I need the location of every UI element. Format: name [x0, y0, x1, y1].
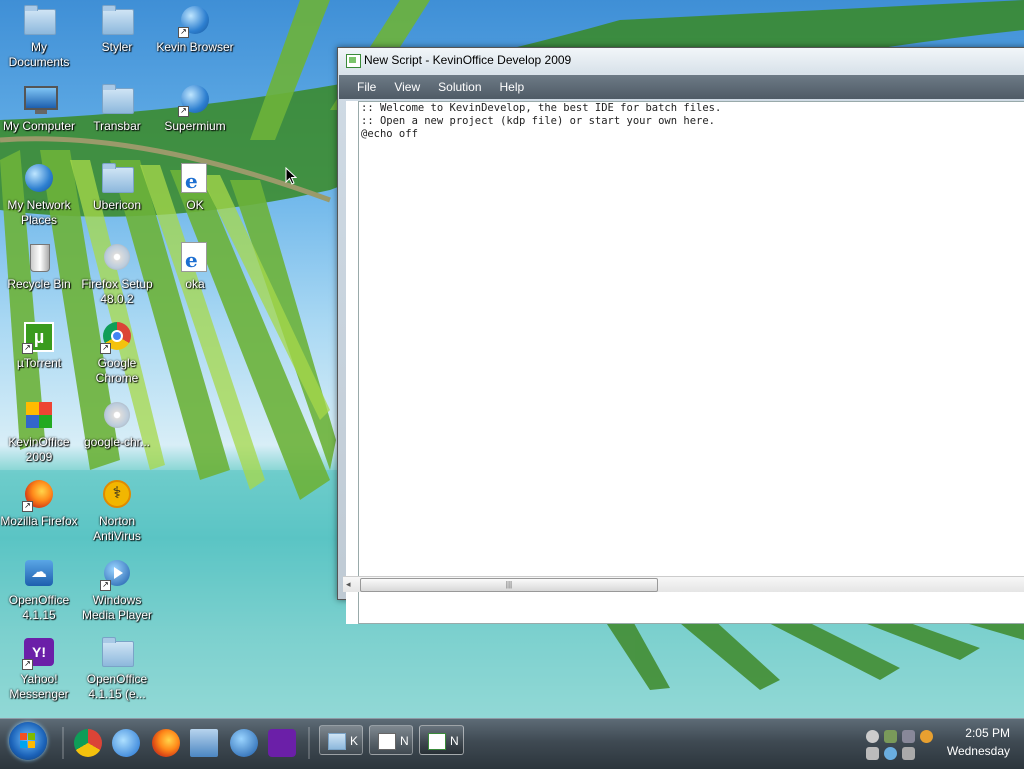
menu-solution[interactable]: Solution — [429, 75, 490, 99]
taskbar-separator — [62, 727, 64, 759]
desktop-icon-firefox-setup[interactable]: Firefox Setup 48.0.2 — [78, 241, 156, 307]
desktop-icon-google-chr-installer[interactable]: google-chr... — [78, 399, 156, 450]
office-icon — [26, 402, 52, 428]
tray-volume-icon[interactable] — [902, 747, 915, 760]
desktop-icon-windows-media-player[interactable]: ↗ Windows Media Player — [78, 557, 156, 623]
folder-icon — [102, 163, 134, 193]
installer-disc-icon — [104, 402, 130, 428]
quicklaunch-chrome[interactable] — [74, 729, 102, 757]
mouse-cursor-icon — [285, 167, 297, 185]
clock-day: Wednesday — [946, 744, 1010, 758]
horizontal-scrollbar[interactable]: ◂ ||| — [343, 576, 1024, 592]
script-editor[interactable]: :: Welcome to KevinDevelop, the best IDE… — [358, 101, 1024, 624]
kevindevelop-window[interactable]: New Script - KevinOffice Develop 2009 Fi… — [337, 47, 1024, 624]
recycle-bin-icon — [30, 244, 50, 272]
desktop-icon-ok[interactable]: e OK — [156, 162, 234, 213]
menu-view[interactable]: View — [385, 75, 429, 99]
desktop-icon-kevin-browser[interactable]: ↗ Kevin Browser — [156, 4, 234, 55]
desktop-icon-my-computer[interactable]: My Computer — [0, 83, 78, 134]
media-player-icon — [230, 729, 258, 757]
desktop-icon-google-chrome[interactable]: ↗ Google Chrome — [78, 320, 156, 386]
yahoo-messenger-icon — [268, 729, 296, 757]
tray-network-icon[interactable] — [902, 730, 915, 743]
desktop-icon-ubericon[interactable]: Ubericon — [78, 162, 156, 213]
folder-icon — [102, 5, 134, 35]
computer-icon — [24, 86, 58, 114]
taskbar: K N N 2:05 PM Wednesday — [0, 718, 1024, 769]
desktop-icon-transbar[interactable]: Transbar — [78, 83, 156, 134]
quicklaunch-firefox[interactable] — [152, 729, 180, 757]
quicklaunch-media-player[interactable] — [230, 729, 258, 757]
windows-flag-icon — [20, 733, 36, 749]
quicklaunch-show-desktop[interactable] — [190, 729, 218, 757]
desktop-icon-styler[interactable]: Styler — [78, 4, 156, 55]
desktop-icon-yahoo-messenger[interactable]: Y! ↗ Yahoo! Messenger — [0, 636, 78, 702]
desktop-icon-my-documents[interactable]: My Documents — [0, 4, 78, 70]
folder-icon — [102, 637, 134, 667]
desktop-icon-openoffice[interactable]: ☁ OpenOffice 4.1.15 — [0, 557, 78, 623]
desktop-icon-mozilla-firefox[interactable]: ↗ Mozilla Firefox — [0, 478, 78, 529]
clock-time: 2:05 PM — [965, 726, 1010, 740]
editor-line: @echo off — [361, 128, 418, 140]
editor-line: :: Welcome to KevinDevelop, the best IDE… — [361, 102, 722, 114]
menu-help[interactable]: Help — [491, 75, 534, 99]
chrome-icon — [74, 729, 102, 757]
scroll-left-arrow-icon[interactable]: ◂ — [346, 579, 351, 590]
quicklaunch-yahoo-messenger[interactable] — [268, 729, 296, 757]
folder-icon — [102, 84, 134, 114]
network-globe-icon — [25, 164, 53, 192]
openoffice-icon: ☁ — [25, 560, 53, 586]
desktop-icon-supermium[interactable]: ↗ Supermium — [156, 83, 234, 134]
app-icon — [428, 733, 446, 750]
installer-icon — [104, 244, 130, 270]
tray-status-icon[interactable] — [866, 730, 879, 743]
firefox-icon — [152, 729, 180, 757]
taskbar-separator — [308, 727, 310, 759]
ie-document-icon: e — [181, 163, 207, 193]
desktop-icon-kevinoffice[interactable]: KevinOffice 2009 — [0, 399, 78, 465]
menu-bar: File View Solution Help — [339, 75, 1024, 99]
folder-icon — [328, 733, 346, 750]
ie-document-icon: e — [181, 242, 207, 272]
show-desktop-icon — [190, 729, 218, 757]
desktop-icon-utorrent[interactable]: µ ↗ µTorrent — [0, 320, 78, 371]
taskbar-button-explorer[interactable]: K — [319, 725, 363, 755]
editor-gutter — [346, 101, 358, 624]
app-icon — [346, 54, 361, 68]
start-button[interactable] — [9, 722, 47, 760]
tray-update-icon[interactable] — [884, 747, 897, 760]
menu-file[interactable]: File — [348, 75, 385, 99]
taskbar-clock[interactable]: 2:05 PM Wednesday — [930, 724, 1010, 760]
tray-app-icon[interactable] — [884, 730, 897, 743]
system-tray — [866, 727, 938, 763]
desktop-icon-norton-antivirus[interactable]: ⚕ Norton AntiVirus — [78, 478, 156, 544]
norton-icon: ⚕ — [103, 480, 131, 508]
ie-icon — [112, 729, 140, 757]
desktop-icon-openoffice-folder[interactable]: OpenOffice 4.1.15 (e... — [78, 636, 156, 702]
folder-icon — [24, 5, 56, 35]
notepad-icon — [378, 733, 396, 750]
desktop-icon-my-network-places[interactable]: My Network Places — [0, 162, 78, 228]
window-title: New Script - KevinOffice Develop 2009 — [364, 53, 572, 67]
desktop-icon-oka[interactable]: e oka — [156, 241, 234, 292]
taskbar-button-kevindevelop[interactable]: N — [419, 725, 464, 755]
desktop-icon-recycle-bin[interactable]: Recycle Bin — [0, 241, 78, 292]
window-titlebar[interactable]: New Script - KevinOffice Develop 2009 — [338, 48, 1024, 73]
scrollbar-thumb[interactable]: ||| — [360, 578, 658, 592]
editor-line: :: Open a new project (kdp file) or star… — [361, 115, 716, 127]
tray-phone-icon[interactable] — [866, 747, 879, 760]
quicklaunch-ie[interactable] — [112, 729, 140, 757]
taskbar-button-notepad[interactable]: N — [369, 725, 413, 755]
